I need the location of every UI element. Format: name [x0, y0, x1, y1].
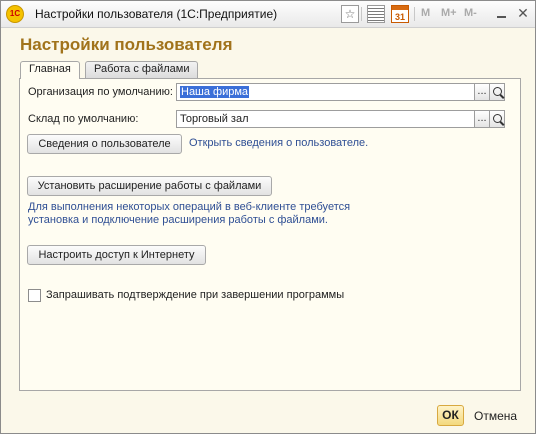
favorite-star-icon[interactable]: ☆ [341, 5, 359, 23]
memory-plus-button[interactable]: M+ [441, 7, 457, 19]
calculator-icon[interactable] [367, 5, 385, 23]
memory-m-button[interactable]: M [421, 7, 430, 19]
tab-main[interactable]: Главная [20, 61, 80, 79]
cancel-button[interactable]: Отмена [474, 409, 517, 423]
organization-value: Наша фирма [180, 86, 250, 98]
organization-label: Организация по умолчанию: [28, 86, 173, 98]
dialog-window: 1С Настройки пользователя (1С:Предприяти… [0, 0, 536, 434]
memory-minus-button[interactable]: M- [464, 7, 477, 19]
toolbar-separator [414, 7, 415, 21]
warehouse-label: Склад по умолчанию: [28, 113, 139, 125]
minimize-button[interactable] [495, 6, 509, 20]
calendar-icon[interactable]: 31 [391, 5, 409, 23]
warehouse-search-button[interactable] [489, 110, 505, 128]
exit-confirm-checkbox[interactable] [28, 289, 41, 302]
organization-field[interactable]: Наша фирма [176, 83, 475, 101]
warehouse-field[interactable]: Торговый зал [176, 110, 475, 128]
close-button[interactable]: ✕ [516, 6, 530, 20]
title-bar: 1С Настройки пользователя (1С:Предприяти… [1, 1, 535, 28]
organization-search-button[interactable] [489, 83, 505, 101]
1c-logo-icon: 1С [6, 5, 24, 23]
exit-confirm-label: Запрашивать подтверждение при завершении… [46, 289, 345, 301]
user-info-link[interactable]: Открыть сведения о пользователе. [189, 137, 368, 149]
search-icon [493, 87, 502, 96]
search-icon [493, 114, 502, 123]
user-info-button[interactable]: Сведения о пользователе [27, 134, 182, 154]
toolbar-separator [361, 7, 362, 21]
tab-panel: Организация по умолчанию: Наша фирма ...… [19, 78, 521, 391]
organization-select-button[interactable]: ... [474, 83, 490, 101]
form-title: Настройки пользователя [20, 35, 233, 54]
install-extension-button[interactable]: Установить расширение работы с файлами [27, 176, 272, 196]
warehouse-value: Торговый зал [180, 113, 249, 125]
ok-button[interactable]: ОК [437, 405, 464, 426]
tab-files[interactable]: Работа с файлами [85, 61, 199, 78]
internet-access-button[interactable]: Настроить доступ к Интернету [27, 245, 206, 265]
extension-info-text: Для выполнения некоторых операций в веб-… [28, 201, 351, 226]
window-title: Настройки пользователя (1С:Предприятие) [35, 7, 278, 21]
warehouse-select-button[interactable]: ... [474, 110, 490, 128]
